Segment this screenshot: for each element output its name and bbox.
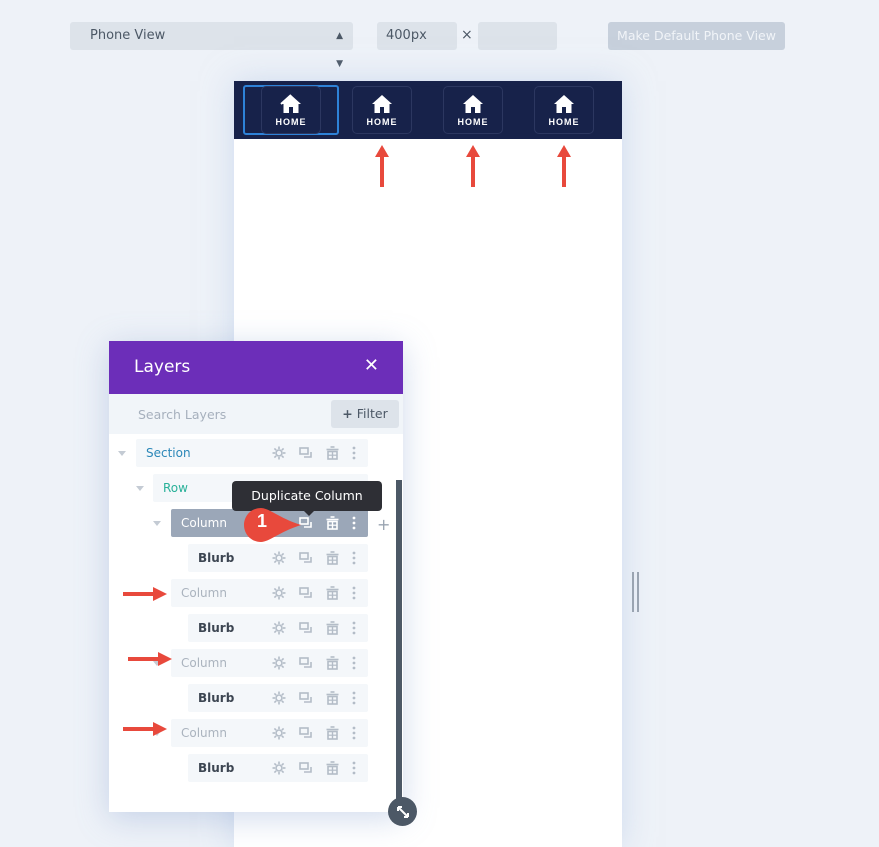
gear-icon[interactable]: [265, 550, 292, 566]
make-default-view-button[interactable]: Make Default Phone View: [608, 22, 785, 50]
height-input[interactable]: [478, 22, 557, 50]
annotation-up-arrow: [466, 145, 480, 187]
layer-row-column[interactable]: Column: [171, 649, 368, 677]
layer-label: Blurb: [198, 551, 235, 565]
layer-row-blurb[interactable]: Blurb: [188, 544, 368, 572]
layer-row-column[interactable]: Column: [171, 579, 368, 607]
layer-row-blurb[interactable]: Blurb: [188, 614, 368, 642]
duplicate-icon[interactable]: [292, 445, 319, 461]
add-column-icon[interactable]: +: [377, 515, 390, 534]
gear-icon[interactable]: [265, 760, 292, 776]
layer-label: Row: [163, 481, 188, 495]
home-icon: [554, 94, 574, 113]
home-icon: [372, 94, 392, 113]
gear-icon[interactable]: [265, 585, 292, 601]
panel-resize-icon[interactable]: [388, 797, 417, 826]
more-vertical-icon[interactable]: [346, 445, 362, 461]
trash-icon[interactable]: [319, 585, 346, 601]
trash-icon[interactable]: [319, 725, 346, 741]
layers-header: Layers ✕: [109, 341, 403, 394]
trash-icon[interactable]: [319, 690, 346, 706]
nav-item-home-2[interactable]: HOME: [352, 86, 412, 134]
filter-button[interactable]: + Filter: [331, 400, 399, 428]
layer-label: Blurb: [198, 761, 235, 775]
layer-label: Column: [181, 516, 227, 530]
annotation-right-arrow: [123, 722, 167, 736]
collapse-caret-icon[interactable]: [136, 486, 144, 491]
more-vertical-icon[interactable]: [346, 515, 362, 531]
layer-label: Column: [181, 586, 227, 600]
duplicate-icon[interactable]: [292, 760, 319, 776]
canvas-resize-handle[interactable]: [632, 572, 640, 612]
trash-icon[interactable]: [319, 620, 346, 636]
filter-label: Filter: [356, 406, 388, 421]
collapse-caret-icon[interactable]: [153, 521, 161, 526]
more-vertical-icon[interactable]: [346, 725, 362, 741]
layer-row-blurb[interactable]: Blurb: [188, 754, 368, 782]
nav-item-home-1[interactable]: HOME: [261, 86, 321, 134]
more-vertical-icon[interactable]: [346, 760, 362, 776]
updown-arrows-icon: ▲ ▼: [336, 31, 343, 69]
more-vertical-icon[interactable]: [346, 585, 362, 601]
view-mode-value: Phone View: [90, 28, 166, 43]
step-badge-marker: [244, 508, 301, 542]
nav-item-label: HOME: [548, 116, 580, 127]
home-icon: [280, 93, 301, 113]
dimension-separator: ×: [461, 27, 473, 43]
nav-item-home-3[interactable]: HOME: [443, 86, 503, 134]
plus-icon: +: [342, 406, 353, 421]
layer-label: Column: [181, 656, 227, 670]
layer-row-section[interactable]: Section: [136, 439, 368, 467]
trash-icon[interactable]: [319, 760, 346, 776]
nav-item-label: HOME: [457, 116, 489, 127]
gear-icon[interactable]: [265, 620, 292, 636]
layer-label: Section: [146, 446, 191, 460]
collapse-caret-icon[interactable]: [118, 451, 126, 456]
search-layers-input[interactable]: Search Layers: [138, 407, 226, 422]
duplicate-icon[interactable]: [292, 550, 319, 566]
duplicate-icon[interactable]: [292, 655, 319, 671]
close-icon[interactable]: ✕: [364, 356, 379, 376]
nav-item-home-4[interactable]: HOME: [534, 86, 594, 134]
layer-row-column[interactable]: Column: [171, 719, 368, 747]
layers-scrollbar[interactable]: [396, 480, 402, 810]
more-vertical-icon[interactable]: [346, 620, 362, 636]
gear-icon[interactable]: [265, 445, 292, 461]
layers-title: Layers: [134, 357, 191, 377]
layer-label: Blurb: [198, 621, 235, 635]
view-mode-select[interactable]: Phone View ▲ ▼: [70, 22, 353, 69]
layers-search-bar: Search Layers + Filter: [109, 394, 403, 434]
layer-label: Column: [181, 726, 227, 740]
duplicate-icon[interactable]: [292, 725, 319, 741]
gear-icon[interactable]: [265, 690, 292, 706]
duplicate-icon[interactable]: [292, 585, 319, 601]
annotation-up-arrow: [557, 145, 571, 187]
trash-icon[interactable]: [319, 445, 346, 461]
more-vertical-icon[interactable]: [346, 690, 362, 706]
layer-label: Blurb: [198, 691, 235, 705]
gear-icon[interactable]: [265, 725, 292, 741]
annotation-up-arrow: [375, 145, 389, 187]
trash-icon[interactable]: [319, 655, 346, 671]
trash-icon[interactable]: [319, 515, 346, 531]
more-vertical-icon[interactable]: [346, 550, 362, 566]
annotation-right-arrow: [128, 652, 172, 666]
annotation-right-arrow: [123, 587, 167, 601]
nav-item-label: HOME: [275, 116, 307, 127]
navbar: HOME HOME HOME HOME: [234, 81, 622, 139]
duplicate-icon[interactable]: [292, 620, 319, 636]
trash-icon[interactable]: [319, 550, 346, 566]
home-icon: [463, 94, 483, 113]
nav-item-label: HOME: [366, 116, 398, 127]
layer-row-blurb[interactable]: Blurb: [188, 684, 368, 712]
gear-icon[interactable]: [265, 655, 292, 671]
step-badge-number: 1: [257, 511, 268, 531]
width-input[interactable]: 400px: [377, 22, 457, 50]
more-vertical-icon[interactable]: [346, 655, 362, 671]
duplicate-icon[interactable]: [292, 690, 319, 706]
